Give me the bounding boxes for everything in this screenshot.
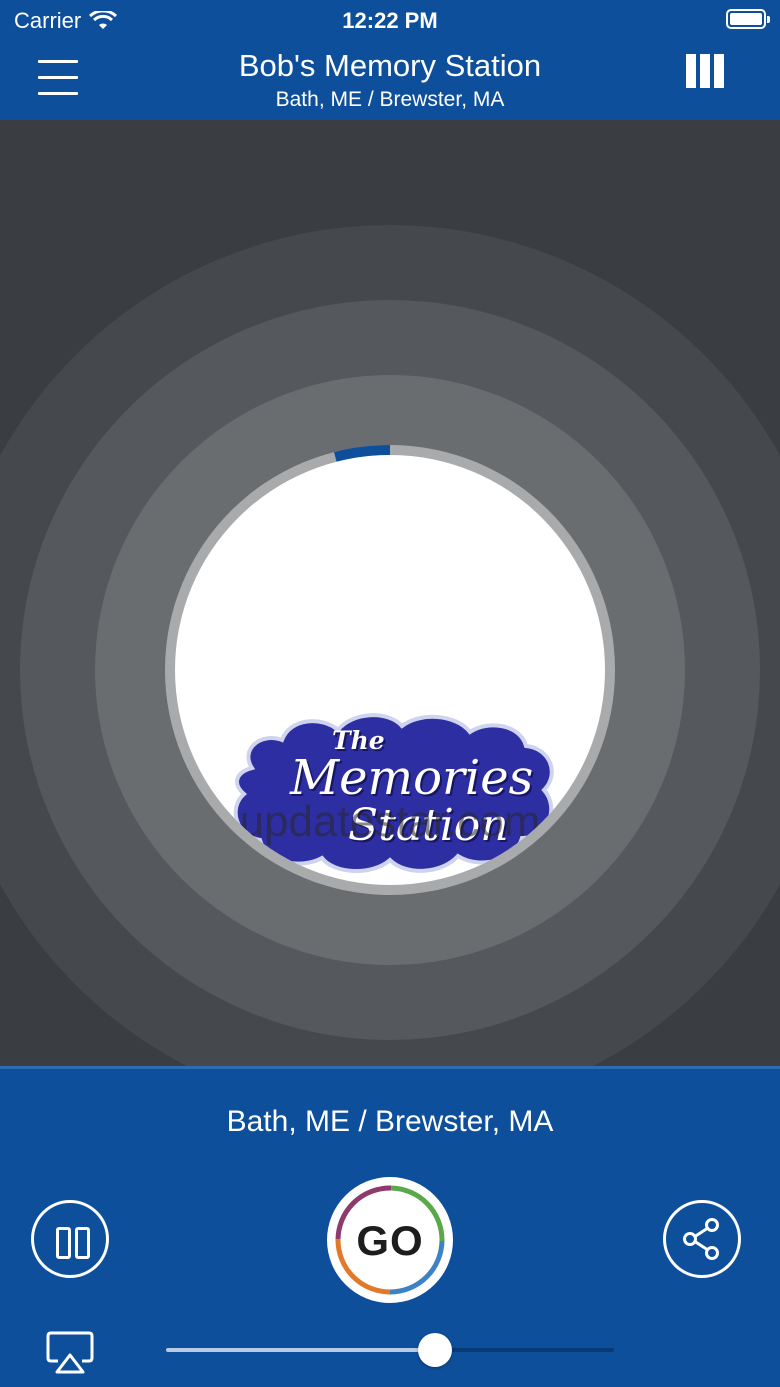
album-art: The Memories Station updatestar.com: [175, 455, 605, 885]
watermark-text: updatestar.com: [239, 797, 541, 846]
go-button[interactable]: GO: [327, 1177, 453, 1303]
volume-slider[interactable]: [166, 1333, 614, 1367]
volume-fill: [166, 1348, 435, 1352]
airplay-button[interactable]: [46, 1331, 94, 1375]
player-area: The Memories Station updatestar.com: [0, 120, 780, 1066]
bars-icon: [686, 54, 696, 88]
nav-bar: Bob's Memory Station Bath, ME / Brewster…: [0, 40, 780, 120]
battery-icon: [726, 9, 770, 29]
volume-thumb[interactable]: [417, 1333, 452, 1367]
station-title: Bob's Memory Station: [238, 48, 542, 83]
airplay-icon: [46, 1331, 94, 1374]
status-bar: Carrier 12:22 PM: [0, 0, 780, 40]
bars-icon-right: [714, 54, 724, 88]
control-panel: Bath, ME / Brewster, MA GO: [0, 1066, 780, 1387]
status-time: 12:22 PM: [342, 8, 438, 33]
share-button[interactable]: [663, 1200, 741, 1278]
now-playing-location: Bath, ME / Brewster, MA: [226, 1105, 554, 1138]
stations-button[interactable]: [686, 54, 724, 88]
bars-icon-middle: [700, 54, 710, 88]
share-icon: [683, 1218, 719, 1260]
pause-button[interactable]: [31, 1200, 109, 1278]
go-label: GO: [356, 1217, 424, 1264]
station-subtitle: Bath, ME / Brewster, MA: [275, 88, 505, 111]
